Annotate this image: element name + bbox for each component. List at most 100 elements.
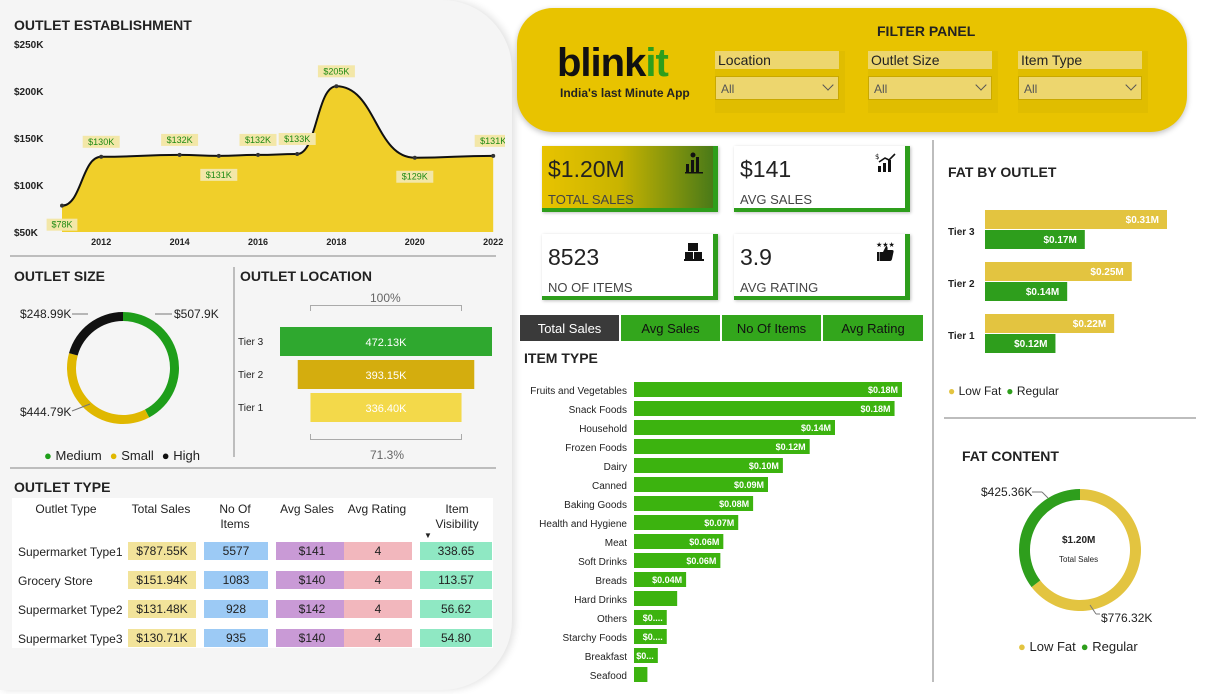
funnel-value-label: 472.13K (366, 337, 408, 349)
table-cell-vis: 338.65 (420, 542, 492, 560)
kpi-value: $141 (740, 156, 792, 182)
x-tick-label: 2018 (326, 237, 346, 247)
table-cell-vis: 56.62 (420, 600, 492, 618)
outlet-size-legend: ● Medium ● Small ● High (44, 448, 200, 463)
kpi-avg-sales[interactable]: $141 AVG SALES $ (734, 146, 910, 212)
item-category-label: Health and Hygiene (539, 519, 627, 530)
divider (233, 267, 235, 457)
col-header-outlet-type: Outlet Type (35, 502, 97, 516)
funnel-bottom-bracket (310, 434, 462, 440)
table-cell-avg: $142 (276, 600, 348, 618)
chevron-down-icon (1125, 79, 1137, 91)
table-cell-rating: 4 (344, 571, 412, 589)
kpi-avg-rating[interactable]: 3.9 AVG RATING ★★★ (734, 234, 910, 300)
item-bar (634, 667, 648, 682)
item-type-dropdown[interactable]: All (1018, 76, 1142, 100)
tab-avg-rating[interactable]: Avg Rating (822, 314, 924, 342)
outlet-size-filter: Outlet Size All (868, 51, 998, 113)
table-cell-sales: $130.71K (128, 629, 196, 647)
location-dropdown[interactable]: All (715, 76, 839, 100)
fat-content-regular-label: $425.36K (981, 485, 1033, 499)
chevron-down-icon (975, 79, 987, 91)
item-category-label: Fruits and Vegetables (530, 386, 627, 397)
chevron-down-icon (822, 79, 834, 91)
data-label: $132K (245, 135, 271, 145)
table-cell-items: 935 (204, 629, 268, 647)
fat-by-outlet-legend: ● Low Fat ● Regular (948, 384, 1059, 398)
thumbs-up-stars-icon: ★★★ (876, 241, 895, 261)
col-header-total-sales: Total Sales (131, 502, 191, 516)
item-category-label: Hard Drinks (574, 595, 627, 606)
outlet-size-title: OUTLET SIZE (14, 268, 105, 284)
table-row: Supermarket Type1 $787.55K 5577 $141 4 338.65 (12, 542, 493, 562)
table-cell-vis: 54.80 (420, 629, 492, 647)
tab-no-of-items[interactable]: No Of Items (721, 314, 822, 342)
legend-low-fat: ● Low Fat (948, 384, 1002, 398)
table-row: Grocery Store $151.94K 1083 $140 4 113.57 (12, 571, 493, 591)
divider (10, 467, 496, 469)
fat-content-title: FAT CONTENT (962, 448, 1059, 464)
tab-total-sales[interactable]: Total Sales (519, 314, 620, 342)
data-label: $131K (480, 136, 505, 146)
item-bar (634, 382, 902, 397)
legend-high: ● High (161, 448, 200, 463)
tab-avg-sales[interactable]: Avg Sales (620, 314, 721, 342)
funnel-category-label: Tier 3 (238, 337, 264, 348)
funnel-value-label: 336.40K (366, 403, 408, 415)
kpi-label: NO OF ITEMS (548, 280, 633, 295)
outlet-establishment-chart: $250K $200K $150K $100K $50K 2012 2014 2016 2018… (14, 40, 505, 247)
kpi-total-sales[interactable]: $1.20M TOTAL SALES (542, 146, 718, 212)
data-label: $132K (167, 135, 193, 145)
table-cell-sales: $131.48K (128, 600, 196, 618)
item-category-label: Others (597, 614, 627, 625)
outlet-size-leaders (71, 313, 172, 412)
data-point (412, 155, 417, 160)
item-value-label: $0.08M (719, 499, 749, 509)
item-category-label: Household (579, 424, 627, 435)
data-point (99, 154, 104, 159)
item-value-label: $0.06M (689, 537, 719, 547)
table-cell-sales: $787.55K (128, 542, 196, 560)
y-tick-label: $50K (14, 228, 39, 239)
data-label: $133K (284, 134, 310, 144)
x-tick-label: 2022 (483, 237, 503, 247)
kpi-label: TOTAL SALES (548, 192, 634, 207)
funnel-category-label: Tier 1 (238, 403, 264, 414)
table-row: Supermarket Type2 $131.48K 928 $142 4 56.62 (12, 600, 493, 620)
legend-low-fat: ● Low Fat (1018, 639, 1076, 654)
kpi-no-of-items[interactable]: 8523 NO OF ITEMS (542, 234, 718, 300)
kpi-value: 8523 (548, 244, 600, 270)
item-category-label: Breakfast (585, 652, 627, 663)
fat-value-label: $0.25M (1090, 267, 1123, 278)
funnel-top-percent: 100% (370, 291, 401, 305)
funnel-category-label: Tier 2 (238, 370, 264, 381)
outlet-location-funnel: Tier 3 472.13K Tier 2 393.15K Tier 1 336.40K (238, 327, 492, 422)
sort-desc-icon[interactable]: ▼ (424, 531, 432, 540)
x-tick-label: 2016 (248, 237, 268, 247)
data-point (491, 153, 496, 158)
item-value-label: $0.18M (861, 404, 891, 414)
fat-value-label: $0.14M (1026, 287, 1059, 298)
funnel-value-label: 393.15K (366, 370, 408, 382)
item-category-label: Baking Goods (564, 500, 627, 511)
data-label: $130K (88, 137, 114, 147)
item-type-filter: Item Type All (1018, 51, 1148, 113)
fat-category-label: Tier 1 (948, 331, 975, 342)
item-value-label: $0.06M (686, 556, 716, 566)
col-header-avg-rating: Avg Rating (347, 502, 407, 516)
divider (10, 255, 496, 257)
item-bar (634, 401, 895, 416)
outlet-size-dropdown[interactable]: All (868, 76, 992, 100)
fat-content-legend: ● Low Fat ● Regular (1018, 639, 1138, 654)
data-point (295, 151, 300, 156)
item-category-label: Seafood (590, 671, 627, 682)
kpi-value: 3.9 (740, 244, 772, 270)
x-tick-label: 2014 (170, 237, 190, 247)
item-category-label: Meat (605, 538, 627, 549)
outlet-establishment-title: OUTLET ESTABLISHMENT (14, 17, 192, 33)
boxes-icon (684, 243, 704, 261)
outlet-location-title: OUTLET LOCATION (240, 268, 372, 284)
legend-small: ● Small (109, 448, 154, 463)
funnel-top-bracket (310, 305, 462, 311)
table-row: Supermarket Type3 $130.71K 935 $140 4 54.80 (12, 629, 493, 649)
